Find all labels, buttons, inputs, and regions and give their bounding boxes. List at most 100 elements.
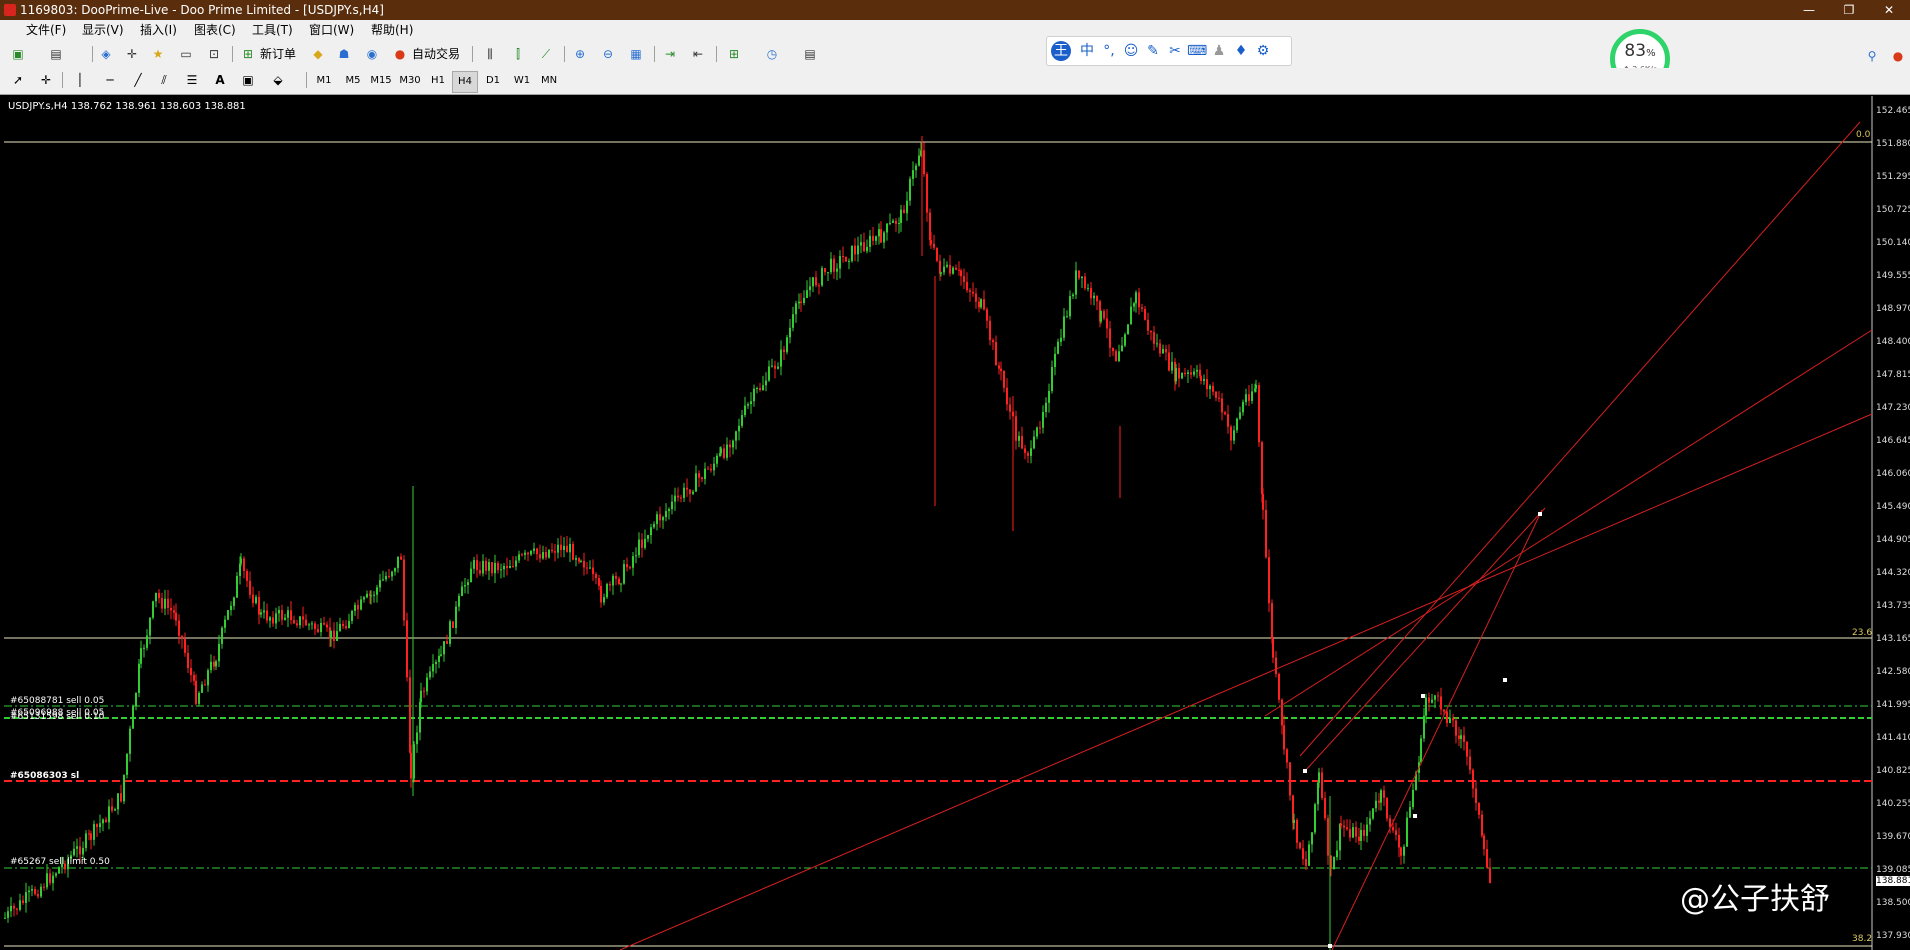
menu-view[interactable]: 显示(V) <box>82 20 124 40</box>
timeframe-w1[interactable]: W1 <box>510 71 534 91</box>
candle-body <box>918 155 920 166</box>
candle-body <box>488 561 490 571</box>
timeframe-h4[interactable]: H4 <box>452 71 478 93</box>
line-chart-icon[interactable]: ⟋ <box>536 44 556 64</box>
restore-icon[interactable]: ❐ <box>1834 0 1864 20</box>
ime-keyboard-icon[interactable]: ⌨ <box>1187 41 1207 61</box>
label-icon[interactable]: ▣ <box>238 70 258 90</box>
candle-body <box>1296 819 1298 843</box>
ime-skin-icon[interactable]: ♦ <box>1231 41 1251 61</box>
auto-scroll-icon[interactable]: ⇥ <box>660 44 680 64</box>
indicators-icon[interactable]: ⊞ <box>724 44 744 64</box>
templates-icon[interactable]: ▤ <box>800 44 820 64</box>
bar-chart-icon[interactable]: ⫼ <box>480 44 500 64</box>
timeframe-m1[interactable]: M1 <box>312 71 336 91</box>
candle-body <box>43 886 45 888</box>
auto-trading-button[interactable]: 自动交易 <box>412 44 460 64</box>
tester-icon[interactable]: ⊡ <box>204 44 224 64</box>
candle-body <box>966 281 968 291</box>
market-icon[interactable]: ◉ <box>362 44 382 64</box>
candle-body <box>765 380 767 386</box>
ime-user-icon[interactable]: ♟ <box>1209 41 1229 61</box>
candle-body <box>204 684 206 686</box>
candle-body <box>233 597 235 606</box>
timeframe-d1[interactable]: D1 <box>481 71 505 91</box>
timeframe-h1[interactable]: H1 <box>426 71 450 91</box>
menu-charts[interactable]: 图表(C) <box>194 20 236 40</box>
ime-scissors-icon[interactable]: ✂ <box>1165 41 1185 61</box>
ime-settings-icon[interactable]: ⚙ <box>1253 41 1273 61</box>
channel-icon[interactable]: ⫽ <box>154 70 174 90</box>
candle-body <box>1003 371 1005 388</box>
candle-body <box>578 558 580 562</box>
new-chart-icon[interactable]: ▣ <box>8 44 28 64</box>
terminal-icon[interactable]: ▭ <box>176 44 196 64</box>
periods-icon[interactable]: ◷ <box>762 44 782 64</box>
candle-body <box>1336 850 1338 858</box>
fibonacci-icon[interactable]: ☰ <box>182 70 202 90</box>
signals-icon[interactable]: ☗ <box>334 44 354 64</box>
order-label-3[interactable]: #65131598 sell 0.10 <box>10 712 104 722</box>
ime-handwrite-icon[interactable]: ✎ <box>1143 41 1163 61</box>
zoom-out-icon[interactable]: ⊖ <box>598 44 618 64</box>
chart-shift-icon[interactable]: ⇤ <box>688 44 708 64</box>
data-window-icon[interactable]: ✛ <box>122 44 142 64</box>
timeframe-m30[interactable]: M30 <box>398 71 422 91</box>
menu-help[interactable]: 帮助(H) <box>371 20 413 40</box>
timeframe-m5[interactable]: M5 <box>341 71 365 91</box>
crosshair-icon[interactable]: ✛ <box>36 70 56 90</box>
candle-body <box>249 580 251 595</box>
menu-insert[interactable]: 插入(I) <box>140 20 177 40</box>
candle-body <box>342 623 344 627</box>
ime-punct-icon[interactable]: °, <box>1099 41 1119 61</box>
candle-body <box>339 623 341 632</box>
candle-body <box>470 568 472 583</box>
candle-body <box>1449 718 1451 723</box>
shapes-icon[interactable]: ⬙ <box>268 70 288 90</box>
metaeditor-icon[interactable]: ◆ <box>308 44 328 64</box>
candle-body <box>1343 825 1345 828</box>
candle-body <box>394 568 396 572</box>
candle-body <box>952 267 954 274</box>
cursor-icon[interactable]: ➚ <box>8 70 28 90</box>
order-label-1[interactable]: #65088781 sell 0.05 <box>10 696 104 706</box>
minimize-icon[interactable]: — <box>1794 0 1824 20</box>
candle-body <box>31 889 33 891</box>
new-order-button[interactable]: 新订单 <box>260 44 296 64</box>
menu-window[interactable]: 窗口(W) <box>309 20 354 40</box>
order-label-sl[interactable]: #65086303 sl <box>10 771 79 781</box>
candle-body <box>1109 328 1111 348</box>
candle-body <box>1175 368 1177 382</box>
market-watch-icon[interactable]: ◈ <box>96 44 116 64</box>
navigator-icon[interactable]: ★ <box>148 44 168 64</box>
profiles-icon[interactable]: ▤ <box>46 44 66 64</box>
candle-body <box>311 623 313 625</box>
ime-emoji-icon[interactable]: ☺ <box>1121 41 1141 61</box>
new-order-icon[interactable]: ⊞ <box>238 44 258 64</box>
candle-body <box>1272 638 1274 658</box>
candle-body <box>438 655 440 662</box>
candle-body <box>509 565 511 569</box>
candle-body <box>623 564 625 584</box>
menu-file[interactable]: 文件(F) <box>26 20 66 40</box>
candlestick-chart[interactable] <box>0 96 1910 950</box>
ime-lang-toggle[interactable]: 中 <box>1077 41 1097 61</box>
ime-logo[interactable]: 王 <box>1051 41 1071 61</box>
auto-trading-icon[interactable]: ● <box>390 44 410 64</box>
trendline-icon[interactable]: ╱ <box>128 70 148 90</box>
menu-tools[interactable]: 工具(T) <box>252 20 293 40</box>
vertical-line-icon[interactable]: │ <box>70 70 90 90</box>
timeframe-m15[interactable]: M15 <box>369 71 393 91</box>
timeframe-mn[interactable]: MN <box>537 71 561 91</box>
tile-windows-icon[interactable]: ▦ <box>626 44 646 64</box>
close-icon[interactable]: ✕ <box>1874 0 1904 20</box>
candle-body <box>671 501 673 510</box>
text-icon[interactable]: A <box>210 70 230 90</box>
candlestick-icon[interactable]: ⫿ <box>508 44 528 64</box>
order-label-sell-limit[interactable]: #65267 sell limit 0.50 <box>10 857 110 867</box>
horizontal-line-icon[interactable]: ─ <box>100 70 120 90</box>
notifications-icon[interactable]: ● <box>1888 46 1908 66</box>
candle-body <box>494 563 496 574</box>
search-icon[interactable]: ⚲ <box>1862 46 1882 66</box>
zoom-in-icon[interactable]: ⊕ <box>570 44 590 64</box>
